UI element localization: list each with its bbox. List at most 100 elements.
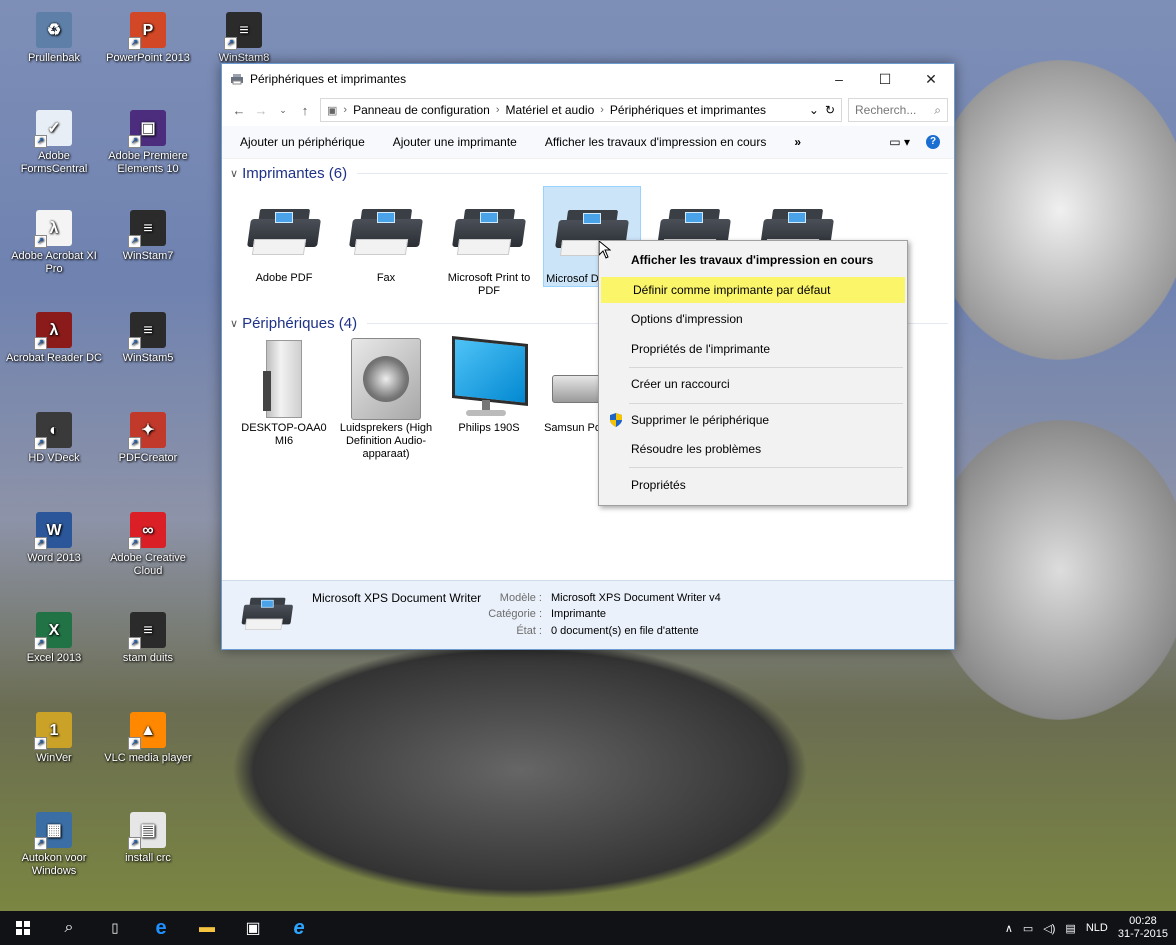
speaker-icon (338, 336, 434, 422)
desktop-icon[interactable]: ✦ ↗ PDFCreator (100, 412, 196, 465)
minimize-button[interactable]: – (816, 64, 862, 94)
help-icon[interactable]: ? (926, 135, 940, 149)
window-title: Périphériques et imprimantes (250, 72, 407, 86)
desktop-icon[interactable]: ≡ ↗ WinStam7 (100, 210, 196, 263)
desktop-icon[interactable]: ≡ ↗ WinStam8 (196, 12, 292, 65)
desktop-icon[interactable]: ▦ ↗ Autokon voor Windows (6, 812, 102, 878)
breadcrumb-separator-icon: › (495, 104, 500, 116)
printer-icon (441, 186, 537, 272)
store-icon[interactable]: ▣ (230, 911, 276, 945)
volume-icon[interactable]: ◁) (1043, 922, 1055, 935)
details-model-label: Modèle : (499, 592, 542, 604)
desktop-icon[interactable]: ∞ ↗ Adobe Creative Cloud (100, 512, 196, 578)
details-category-value: Imprimante (551, 608, 607, 620)
menu-separator (629, 467, 903, 468)
desktop-icon[interactable]: ♻ Prullenbak (6, 12, 102, 65)
maximize-button[interactable]: ☐ (862, 64, 908, 94)
edge-icon[interactable]: e (138, 911, 184, 945)
search-icon[interactable]: ⌕ (46, 911, 92, 945)
device-label: Philips 190S (458, 422, 520, 434)
menu-item-see-print-jobs[interactable]: Afficher les travaux d'impression en cou… (599, 247, 905, 273)
desktop-icon-label: Adobe Creative Cloud (110, 552, 186, 577)
breadcrumb[interactable]: ▣ › Panneau de configuration › Matériel … (320, 98, 842, 122)
menu-item-properties[interactable]: Propriétés (599, 472, 905, 498)
menu-item-remove-device[interactable]: Supprimer le périphérique (599, 407, 905, 433)
file-explorer-icon[interactable]: ▬ (184, 911, 230, 945)
context-menu: Afficher les travaux d'impression en cou… (598, 240, 908, 506)
desktop-icon[interactable]: λ ↗ Adobe Acrobat XI Pro (6, 210, 102, 276)
desktop-icon[interactable]: ✓ ↗ Adobe FormsCentral (6, 110, 102, 176)
app-icon: 1 ↗ (34, 712, 72, 750)
network-icon[interactable]: ▭ (1023, 922, 1033, 935)
breadcrumb-item[interactable]: Matériel et audio (506, 103, 595, 117)
printer-icon (231, 74, 243, 85)
menu-item-printer-properties[interactable]: Propriétés de l'imprimante (599, 336, 905, 362)
more-commands-button[interactable]: » (794, 135, 801, 149)
desktop-icon-label: Word 2013 (27, 552, 81, 564)
desktop-icon[interactable]: ≡ ↗ stam duits (100, 612, 196, 665)
mouse-cursor-icon (599, 241, 611, 259)
task-view-icon[interactable]: ▯ (92, 911, 138, 945)
printer-item[interactable]: Adobe PDF (236, 186, 332, 285)
action-center-icon[interactable]: ▤ (1065, 922, 1075, 935)
address-dropdown-icon[interactable]: ⌄ (809, 103, 819, 117)
details-state-label: État : (516, 625, 542, 637)
device-computer[interactable]: DESKTOP-OAA0 MI6 (236, 336, 332, 448)
device-speakers[interactable]: Luidsprekers (High Definition Audio-appa… (338, 336, 434, 461)
view-options-icon[interactable]: ▭ ▾ (889, 135, 910, 149)
chevron-up-icon[interactable]: ∧ (1005, 922, 1013, 935)
desktop-icon[interactable]: ▣ ↗ Adobe Premiere Elements 10 (100, 110, 196, 176)
menu-separator (629, 367, 903, 368)
desktop-icon[interactable]: ▲ ↗ VLC media player (100, 712, 196, 765)
see-print-jobs-button[interactable]: Afficher les travaux d'impression en cou… (545, 135, 767, 149)
printer-item[interactable]: Fax (338, 186, 434, 285)
forward-icon[interactable]: → (250, 103, 272, 118)
refresh-icon[interactable]: ↻ (825, 103, 835, 117)
up-icon[interactable]: ↑ (294, 103, 316, 118)
desktop-icon[interactable]: 1 ↗ WinVer (6, 712, 102, 765)
start-button[interactable] (0, 911, 46, 945)
computer-tower-icon (236, 336, 332, 422)
shortcut-arrow-icon: ↗ (34, 235, 47, 248)
app-icon: ◐ ↗ (34, 412, 72, 450)
add-printer-button[interactable]: Ajouter une imprimante (393, 135, 517, 149)
menu-item-printing-preferences[interactable]: Options d'impression (599, 306, 905, 332)
shortcut-arrow-icon: ↗ (34, 337, 47, 350)
language-indicator[interactable]: NLD (1086, 922, 1108, 934)
menu-item-troubleshoot[interactable]: Résoudre les problèmes (599, 436, 905, 462)
recent-dropdown-icon[interactable]: ⌄ (272, 105, 294, 116)
add-device-button[interactable]: Ajouter un périphérique (240, 135, 365, 149)
internet-explorer-icon[interactable]: e (276, 911, 322, 945)
menu-separator (629, 403, 903, 404)
app-icon: X ↗ (34, 612, 72, 650)
shortcut-arrow-icon: ↗ (128, 537, 141, 550)
desktop-icon[interactable]: W ↗ Word 2013 (6, 512, 102, 565)
menu-item-set-default-printer[interactable]: Définir comme imprimante par défaut (601, 277, 905, 303)
shortcut-arrow-icon: ↗ (34, 437, 47, 450)
shortcut-arrow-icon: ↗ (128, 637, 141, 650)
printer-label: Microsoft Print to PDF (447, 272, 531, 297)
desktop-icon[interactable]: P ↗ PowerPoint 2013 (100, 12, 196, 65)
breadcrumb-item[interactable]: Panneau de configuration (353, 103, 490, 117)
back-icon[interactable]: ← (228, 103, 250, 118)
background-pigeon-wing (930, 60, 1176, 360)
menu-item-create-shortcut[interactable]: Créer un raccourci (599, 371, 905, 397)
breadcrumb-item[interactable]: Périphériques et imprimantes (610, 103, 766, 117)
menu-item-label: Supprimer le périphérique (631, 413, 770, 427)
device-monitor[interactable]: Philips 190S (441, 336, 537, 435)
printer-item[interactable]: Microsoft Print to PDF (441, 186, 537, 298)
shortcut-arrow-icon: ↗ (34, 837, 47, 850)
desktop-icon[interactable]: X ↗ Excel 2013 (6, 612, 102, 665)
clock[interactable]: 00:28 31-7-2015 (1118, 915, 1168, 941)
search-input[interactable]: Recherch... ⌕ (848, 98, 948, 122)
desktop-icon[interactable]: ▤ ↗ install crc (100, 812, 196, 865)
desktop-icon[interactable]: ◐ ↗ HD VDeck (6, 412, 102, 465)
desktop-icon[interactable]: λ ↗ Acrobat Reader DC (6, 312, 102, 365)
breadcrumb-separator-icon: › (600, 104, 604, 116)
printers-group-header[interactable]: ∨ Imprimantes (6) (230, 165, 948, 182)
desktop-icon[interactable]: ≡ ↗ WinStam5 (100, 312, 196, 365)
desktop-icon-label: Adobe Acrobat XI Pro (11, 250, 97, 275)
close-button[interactable]: ✕ (908, 64, 954, 94)
printer-label: Fax (376, 272, 396, 284)
desktop-icon-label: HD VDeck (28, 452, 80, 464)
